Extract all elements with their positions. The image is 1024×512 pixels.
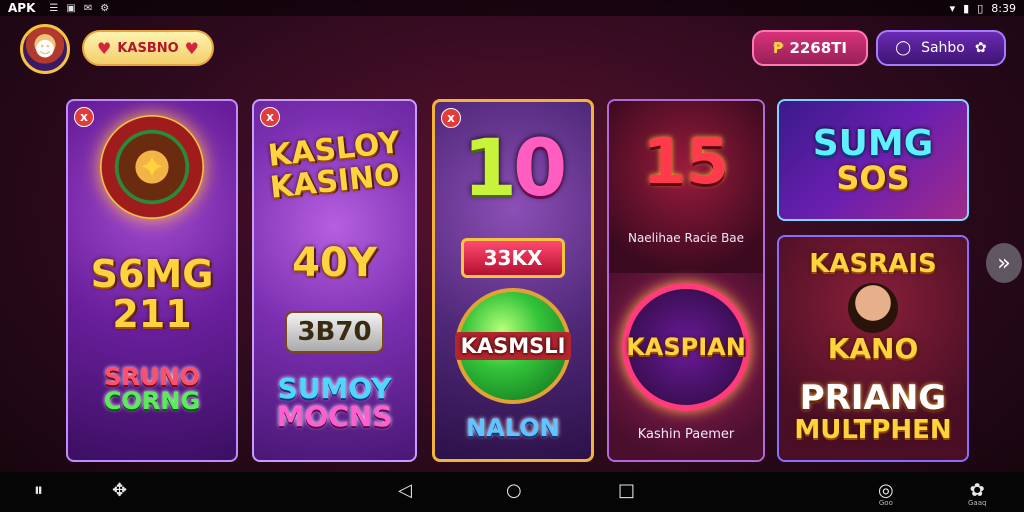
recent-apps-icon[interactable]: ⏸ [34, 480, 43, 501]
card3-bar-label: 33KX [461, 238, 565, 278]
chevron-right-icon: » [997, 250, 1011, 276]
status-bar: APK ☰ ▣ ✉ ⚙ ▾ ▮ ▯ 8:39 [0, 0, 1024, 16]
card1-title-line2: 211 [112, 292, 192, 336]
user-label: Sahbo [921, 40, 965, 56]
home-button[interactable]: ○ [506, 480, 522, 501]
accessibility-icon[interactable]: ✥ [112, 480, 127, 501]
card4-big-number: 15 [642, 125, 730, 198]
chat-icon: ◯ [895, 40, 912, 56]
game-card-4[interactable]: 15 Naelihae Racie Bae KASPIAN Kashin Pae… [607, 99, 765, 462]
card2-footer-line2: MOCNS [276, 400, 393, 433]
heart-icon: ♥ [96, 38, 112, 58]
card3-orb-label: KASMSLI [454, 332, 572, 360]
user-menu-button[interactable]: ◯ Sahbo ✿ [876, 30, 1006, 66]
card6-footer-line2: MULTPHEN [794, 415, 952, 445]
status-time: 8:39 [991, 1, 1016, 15]
gear-icon: ✿ [974, 40, 987, 56]
wifi-icon: ▾ [949, 1, 956, 15]
notification-icon-4: ⚙ [100, 2, 110, 14]
heart-icon: ♥ [184, 38, 200, 58]
close-badge-icon[interactable]: x [441, 108, 461, 128]
game-card-3[interactable]: x 10 33KX KASMSLI NALON [432, 99, 594, 462]
card2-box-label: 3B70 [285, 311, 384, 353]
card3-footer: NALON [466, 414, 560, 442]
card6-footer-line1: PRIANG [799, 378, 947, 418]
overview-button[interactable]: □ [618, 480, 635, 501]
card4-ring: KASPIAN [622, 283, 750, 411]
card2-footer-line1: SUMOY [277, 372, 392, 405]
status-app-label: APK [8, 1, 36, 15]
profile-avatar[interactable]: ☻ [20, 24, 70, 74]
card6-title-line2: KANO [827, 332, 919, 365]
settings-label: Gaaq [968, 499, 987, 507]
card1-footer-line2: CORNG [103, 387, 201, 415]
game-card-1[interactable]: x ✦ S6MG 211 SRUNO CORNG [66, 99, 238, 462]
games-label: Goo [878, 499, 893, 507]
card3-orb: KASMSLI [454, 288, 572, 404]
roulette-icon: ✦ [100, 115, 204, 219]
avatar-icon: ☻ [34, 37, 56, 61]
card4-ring-label: KASPIAN [626, 333, 746, 361]
card5-title-line2: SOS [836, 159, 910, 197]
close-badge-icon[interactable]: x [260, 107, 280, 127]
close-badge-icon[interactable]: x [74, 107, 94, 127]
card3-big-number: 10 [462, 124, 568, 214]
card4-bottom-panel[interactable]: KASPIAN Kashin Paemer [609, 273, 763, 460]
back-button[interactable]: ◁ [398, 480, 412, 501]
notification-icon-2: ▣ [66, 2, 76, 14]
game-card-2[interactable]: x KASLOY KASINO 40Y 3B70 SUMOY MOCNS [252, 99, 417, 462]
card4-caption-top: Naelihae Racie Bae [627, 231, 745, 245]
card6-title-line1: KASRAIS [809, 249, 937, 279]
coin-balance-value: 2268TI [789, 39, 847, 57]
card3-big-left: 1 [462, 124, 517, 214]
card3-big-right: 0 [513, 124, 567, 214]
promo-label: KASBNO [117, 40, 179, 56]
system-nav-bar: ⏸ ✥ ◁ ○ □ ◎ Goo ✿ Gaaq [0, 472, 1024, 512]
card4-top-panel[interactable]: 15 Naelihae Racie Bae [609, 101, 763, 273]
battery-icon: ▯ [977, 1, 984, 15]
card1-footer-line1: SRUNO [104, 363, 200, 391]
notification-icon-1: ☰ [49, 2, 59, 14]
promo-button[interactable]: ♥ KASBNO ♥ [82, 30, 214, 66]
game-card-5[interactable]: SUMG SOS [777, 99, 969, 221]
games-icon[interactable]: ◎ Goo [878, 480, 894, 507]
notification-icon-3: ✉ [83, 2, 93, 14]
game-card-6[interactable]: KASRAIS KANO PRIANG MULTPHEN [777, 235, 969, 462]
settings-icon[interactable]: ✿ Gaaq [968, 480, 986, 507]
next-page-button[interactable]: » [986, 243, 1022, 283]
card5-title-line1: SUMG [812, 123, 934, 164]
card2-number: 40Y [292, 240, 377, 286]
card1-title-line1: S6MG [90, 252, 214, 296]
character-portrait [848, 283, 898, 333]
coin-balance-button[interactable]: ₱ 2268TI [752, 30, 868, 66]
coin-icon: ₱ [773, 39, 784, 57]
signal-icon: ▮ [963, 1, 970, 15]
card4-caption-bottom: Kashin Paemer [637, 427, 735, 442]
